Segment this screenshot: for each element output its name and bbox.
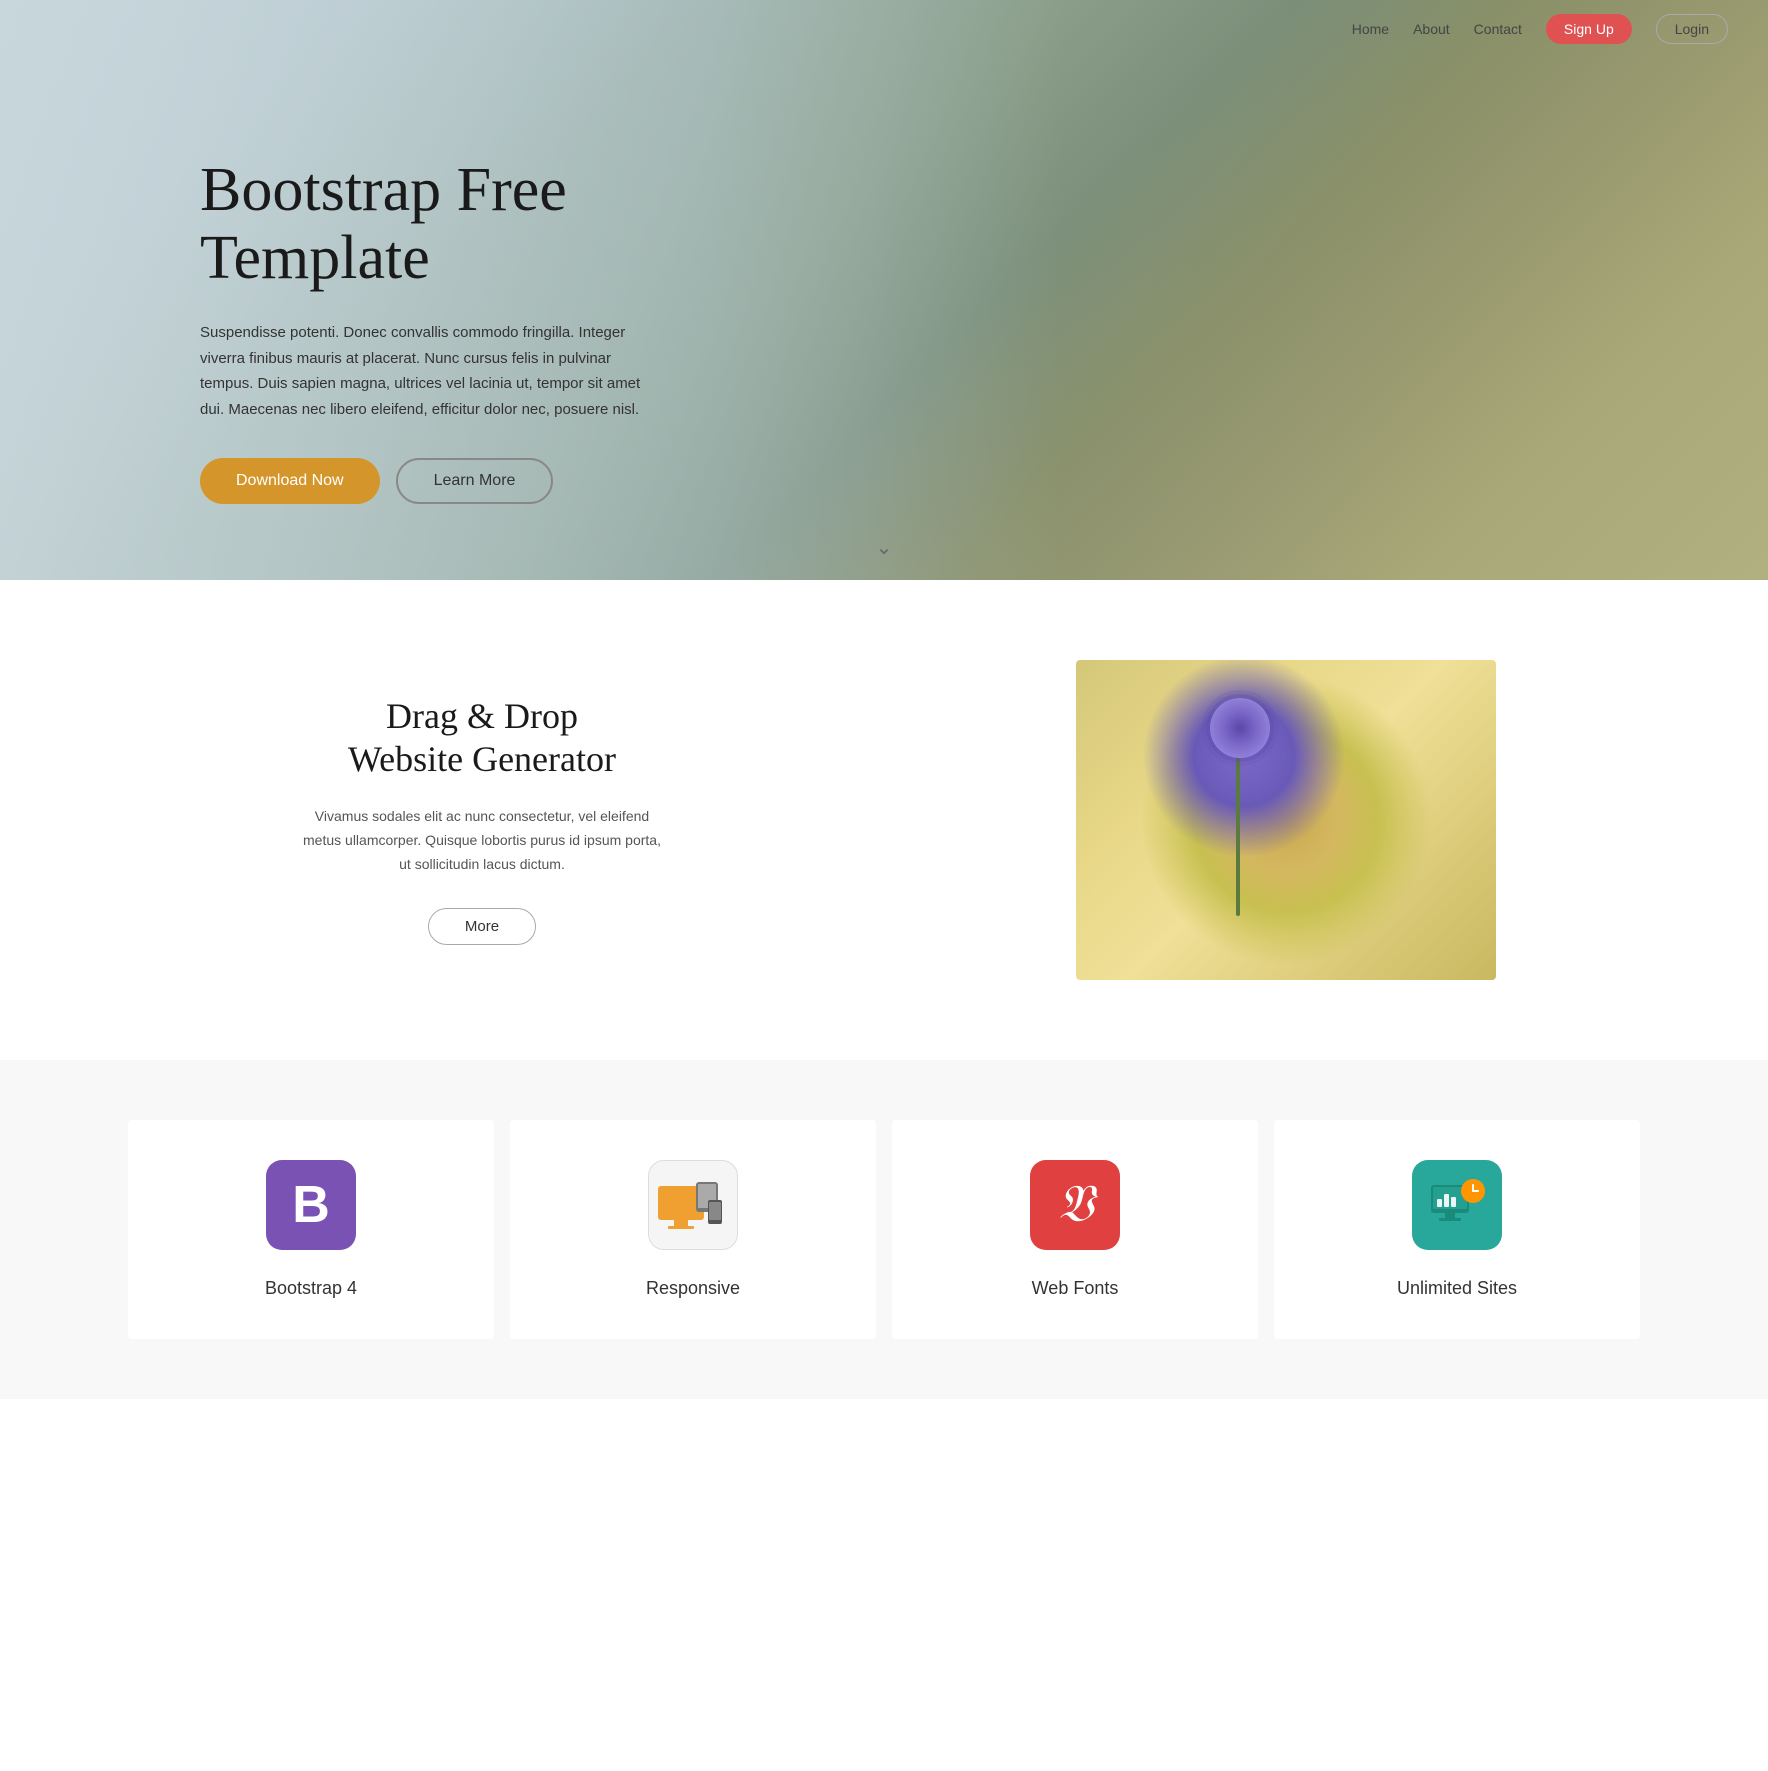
middle-left: Drag & DropWebsite Generator Vivamus sod… [120, 660, 864, 980]
download-now-button[interactable]: Download Now [200, 458, 380, 504]
unlimited-svg [1427, 1179, 1487, 1231]
feature-responsive-label: Responsive [646, 1278, 740, 1299]
feature-bootstrap-label: Bootstrap 4 [265, 1278, 357, 1299]
nav-link-contact[interactable]: Contact [1474, 21, 1522, 37]
nav-link-about[interactable]: About [1413, 21, 1450, 37]
middle-section: Drag & DropWebsite Generator Vivamus sod… [0, 580, 1768, 1060]
navbar: Home About Contact Sign Up Login [0, 0, 1768, 58]
learn-more-button[interactable]: Learn More [396, 458, 554, 504]
nav-link-home[interactable]: Home [1352, 21, 1389, 37]
hero-buttons: Download Now Learn More [200, 458, 660, 504]
login-button[interactable]: Login [1656, 14, 1728, 44]
feature-webfonts-label: Web Fonts [1032, 1278, 1119, 1299]
hero-content: Bootstrap Free Template Suspendisse pote… [0, 76, 660, 504]
middle-title: Drag & DropWebsite Generator [348, 695, 616, 781]
feature-responsive: Responsive [510, 1120, 876, 1339]
hero-title: Bootstrap Free Template [200, 156, 660, 292]
feature-unlimited: Unlimited Sites [1274, 1120, 1640, 1339]
middle-right [924, 660, 1648, 980]
feature-webfonts: 𝔙 Web Fonts [892, 1120, 1258, 1339]
feature-unlimited-label: Unlimited Sites [1397, 1278, 1517, 1299]
more-button[interactable]: More [428, 908, 536, 945]
signup-button[interactable]: Sign Up [1546, 14, 1632, 44]
flower-image [1076, 660, 1496, 980]
hero-description: Suspendisse potenti. Donec convallis com… [200, 320, 660, 422]
hero-chevron-icon: ⌄ [876, 535, 893, 560]
webfonts-icon: 𝔙 [1030, 1160, 1120, 1250]
feature-bootstrap: B Bootstrap 4 [128, 1120, 494, 1339]
bootstrap-icon: B [266, 1160, 356, 1250]
responsive-svg [658, 1178, 728, 1234]
hero-section: Bootstrap Free Template Suspendisse pote… [0, 0, 1768, 580]
middle-description: Vivamus sodales elit ac nunc consectetur… [302, 805, 662, 876]
unlimited-icon [1412, 1160, 1502, 1250]
flower-stem [1236, 740, 1240, 916]
responsive-icon [648, 1160, 738, 1250]
features-section: B Bootstrap 4 Re [0, 1060, 1768, 1399]
flower-head [1210, 698, 1270, 758]
